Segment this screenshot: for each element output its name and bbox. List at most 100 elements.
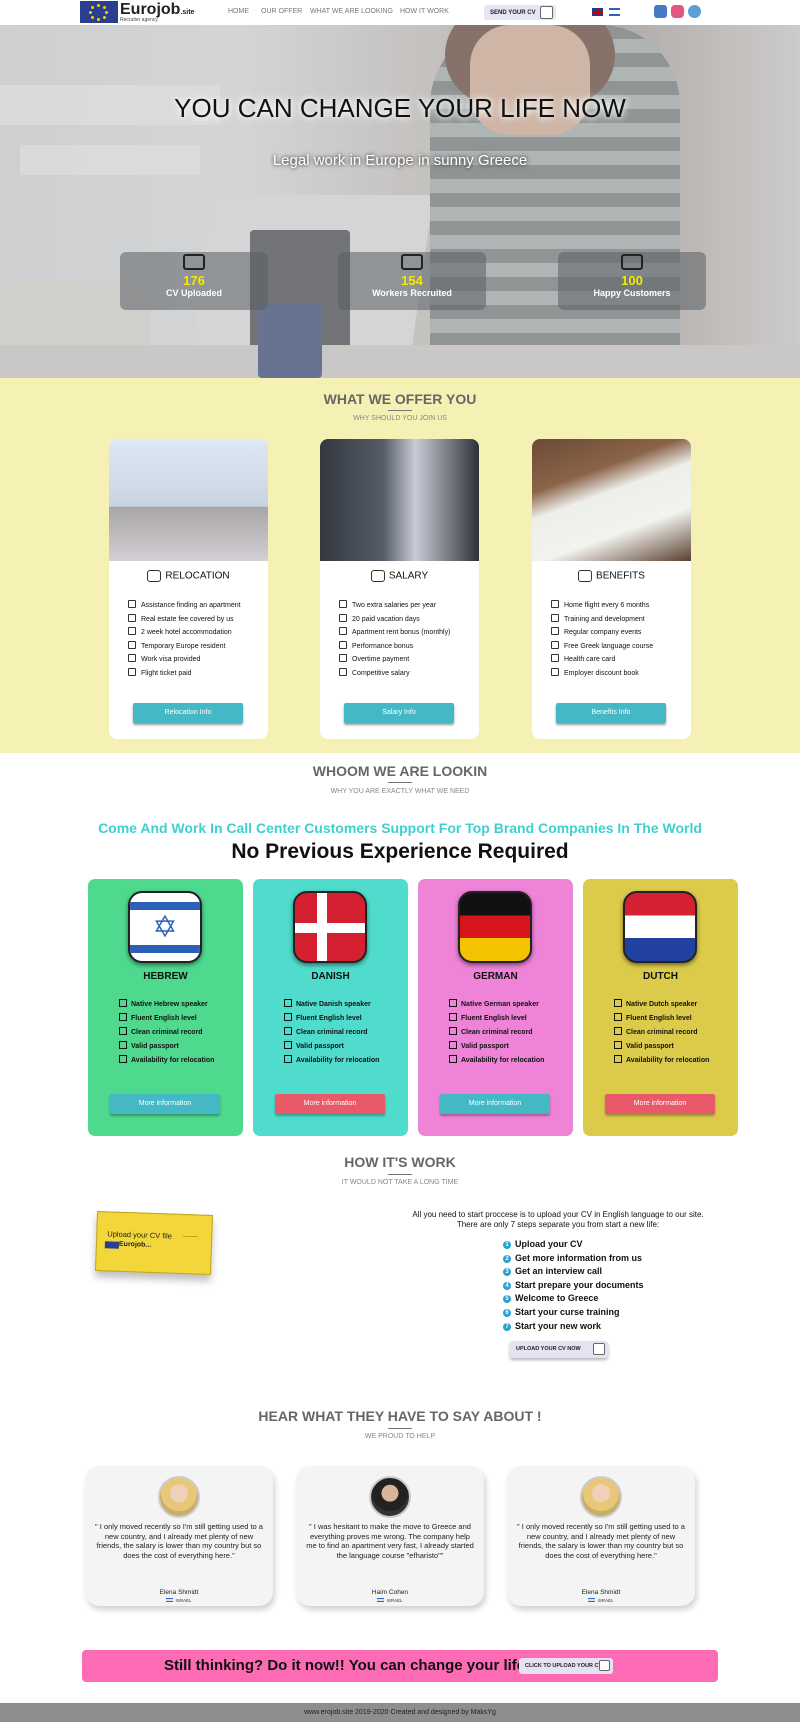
step-item: 7 Start your new work <box>503 1320 644 1334</box>
step-item: 3 Get an interview call <box>503 1265 644 1279</box>
uk-flag-icon[interactable] <box>592 8 603 16</box>
step-item: 4 Start prepare your documents <box>503 1279 644 1293</box>
list-item: Apartment rent bonus (monthly) <box>339 626 479 640</box>
list-item: Real estate fee covered by us <box>128 613 268 627</box>
hero-subtitle: Legal work in Europe in sunny Greece <box>272 152 528 169</box>
list-item: Training and development <box>551 613 691 627</box>
list-item: Valid passport <box>614 1040 709 1054</box>
more-info-button[interactable]: More information <box>605 1094 715 1114</box>
nav-what-we-are-looking[interactable]: WHAT WE ARE LOOKING <box>310 8 393 15</box>
more-info-button[interactable]: More information <box>275 1094 385 1114</box>
list-item: 20 paid vacation days <box>339 613 479 627</box>
relocation-list: Assistance finding an apartment Real est… <box>128 599 268 680</box>
netherlands-flag-icon <box>623 891 697 963</box>
list-item: Fluent English level <box>614 1012 709 1026</box>
looking-subtitle: WHY YOU ARE EXACTLY WHAT WE NEED <box>330 788 470 795</box>
hero-overlay <box>0 25 800 378</box>
card-title: BENEFITS <box>532 570 691 582</box>
avatar <box>158 1476 200 1518</box>
footer: www.erojob.site 2019-2020 Created and de… <box>0 1703 800 1722</box>
top-navbar: Eurojob.site Recruiter agency HOME OUR O… <box>0 0 800 25</box>
list-item: Availability for relocation <box>614 1054 709 1068</box>
nav-how-it-work[interactable]: HOW IT WORK <box>400 8 449 15</box>
how-subtitle: IT WOULD NOT TAKE A LONG TIME <box>341 1179 459 1186</box>
germany-flag-icon <box>458 891 532 963</box>
list-item: Competitive salary <box>339 667 479 681</box>
upload-cv-now-button[interactable]: UPLOAD YOUR CV NOW <box>510 1341 608 1358</box>
stat-label: Workers Recruited <box>372 288 452 298</box>
language-name: GERMAN <box>473 971 518 982</box>
benefits-info-button[interactable]: Benefits Info <box>556 703 666 723</box>
site-logo[interactable]: Eurojob.site Recruiter agency <box>80 1 204 23</box>
footer-text: www.erojob.site 2019-2020 Created and de… <box>304 1709 496 1716</box>
requirements-list: Native Danish speaker Fluent English lev… <box>284 998 379 1068</box>
dutch-card: DUTCH Native Dutch speaker Fluent Englis… <box>583 879 738 1136</box>
looking-title: WHOOM WE ARE LOOKIN <box>312 763 488 779</box>
salary-card: SALARY Two extra salaries per year 20 pa… <box>320 439 479 739</box>
israel-flag-icon <box>588 1598 596 1602</box>
divider <box>388 1428 412 1429</box>
list-item: Native Hebrew speaker <box>119 998 214 1012</box>
avatar <box>369 1476 411 1518</box>
arrow-icon <box>183 1236 198 1237</box>
telegram-icon[interactable] <box>688 5 701 18</box>
requirements-list: Native Dutch speaker Fluent English leve… <box>614 998 709 1068</box>
nav-our-offer[interactable]: OUR OFFER <box>261 8 302 15</box>
benefits-icon <box>578 570 593 582</box>
cta-text: Still thinking? Do it now!! You can chan… <box>164 1657 530 1674</box>
list-item: Two extra salaries per year <box>339 599 479 613</box>
testimonial-name: Elena Shmidt <box>581 1589 621 1596</box>
envelope-icon <box>183 254 205 270</box>
divider <box>388 410 412 411</box>
hero-section <box>0 25 800 378</box>
israel-flag-icon <box>377 1598 385 1602</box>
customers-icon <box>621 254 643 270</box>
airport-image <box>109 439 268 561</box>
steps-list: 1 Upload your CV 2 Get more information fr… <box>503 1238 644 1333</box>
list-item: Fluent English level <box>119 1012 214 1026</box>
requirements-list: Native German speaker Fluent English lev… <box>449 998 544 1068</box>
eu-flag-icon <box>80 1 118 23</box>
testimonials-title: HEAR WHAT THEY HAVE TO SAY ABOUT ! <box>258 1408 542 1424</box>
looking-headline: Come And Work In Call Center Customers S… <box>98 820 702 836</box>
list-item: Fluent English level <box>449 1012 544 1026</box>
offer-section: WHAT WE OFFER YOU WHY SHOULD YOU JOIN US… <box>0 378 800 753</box>
benefits-notebook-image <box>532 439 691 561</box>
israel-flag-icon[interactable] <box>609 8 620 16</box>
list-item: Assistance finding an apartment <box>128 599 268 613</box>
testimonial-quote: " I only moved recently so I'm still get… <box>95 1522 263 1560</box>
step-item: 1 Upload your CV <box>503 1238 644 1252</box>
more-info-button[interactable]: More information <box>110 1094 220 1114</box>
stat-value: 154 <box>401 273 423 288</box>
more-info-button[interactable]: More information <box>440 1094 550 1114</box>
click-to-upload-cv-button[interactable]: CLICK TO UPLOAD YOUR CV <box>519 1658 613 1674</box>
list-item: Native German speaker <box>449 998 544 1012</box>
instagram-icon[interactable] <box>671 5 684 18</box>
send-cv-button[interactable]: SEND YOUR CV <box>484 5 556 20</box>
salary-list: Two extra salaries per year 20 paid vaca… <box>339 599 479 680</box>
card-title: RELOCATION <box>109 570 268 582</box>
list-item: Availability for relocation <box>119 1054 214 1068</box>
list-item: 2 week hotel accommodation <box>128 626 268 640</box>
list-item: Valid passport <box>119 1040 214 1054</box>
note-logo: Eurojob... <box>118 1240 152 1249</box>
facebook-icon[interactable] <box>654 5 667 18</box>
testimonial-location: ISRAEL <box>296 1598 484 1603</box>
language-name: DUTCH <box>643 971 678 982</box>
language-name: DANISH <box>311 971 350 982</box>
step-number-icon: 1 <box>503 1241 511 1249</box>
testimonial-card: " I only moved recently so I'm still get… <box>507 1466 695 1606</box>
list-item: Home flight every 6 months <box>551 599 691 613</box>
eu-flag-icon <box>104 1241 120 1249</box>
step-number-icon: 2 <box>503 1254 511 1263</box>
stat-workers-recruited: 154 Workers Recruited <box>338 252 486 310</box>
stat-value: 100 <box>621 273 643 288</box>
israel-flag-icon: ✡ <box>128 891 202 963</box>
testimonials-subtitle: WE PROUD TO HELP <box>364 1433 436 1440</box>
upload-cv-note-image: Upload your CV file Eurojob... <box>94 1210 214 1276</box>
list-item: Clean criminal record <box>119 1026 214 1040</box>
nav-home[interactable]: HOME <box>228 8 249 15</box>
relocation-info-button[interactable]: Relocation Info <box>133 703 243 723</box>
salary-info-button[interactable]: Salary Info <box>344 703 454 723</box>
step-number-icon: 7 <box>503 1322 511 1331</box>
